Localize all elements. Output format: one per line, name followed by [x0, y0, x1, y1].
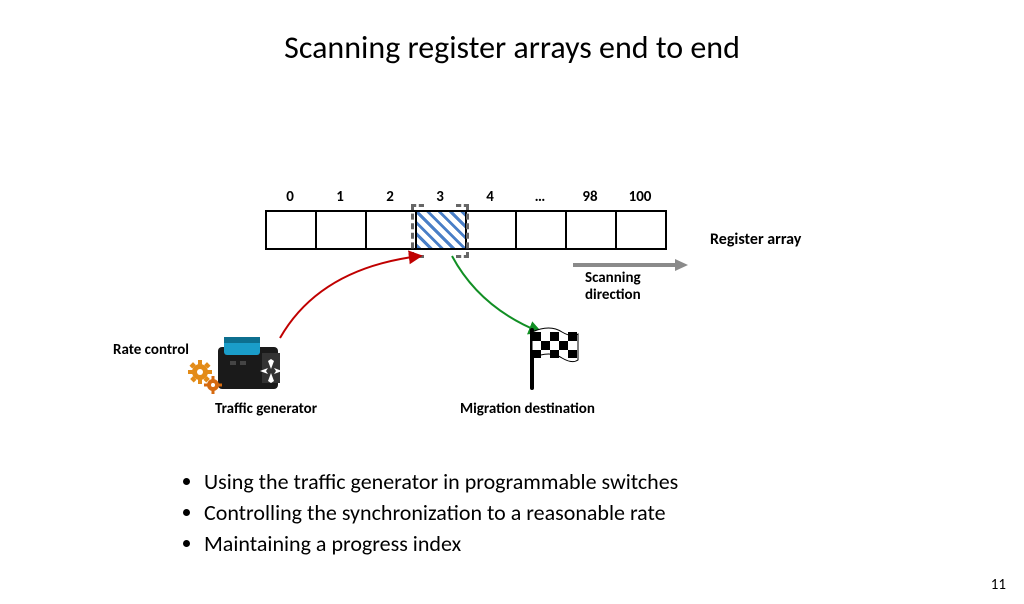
rate-control-label: Rate control — [113, 341, 189, 359]
slide-title: Scanning register arrays end to end — [0, 28, 1024, 67]
bullet-item: Using the traffic generator in programma… — [204, 468, 678, 495]
bullet-list: Using the traffic generator in programma… — [180, 468, 678, 561]
bullet-item: Controlling the synchronization to a rea… — [204, 499, 678, 526]
checkered-flag-icon — [522, 326, 582, 392]
flow-arrows — [0, 188, 1024, 428]
traffic-generator-label: Traffic generator — [215, 400, 317, 418]
diagram-area: 0 1 2 3 4 … 98 100 Register array Scanni… — [0, 188, 1024, 428]
gears-icon — [188, 360, 224, 396]
page-number: 11 — [991, 576, 1006, 594]
migration-destination-label: Migration destination — [460, 400, 595, 418]
bullet-item: Maintaining a progress index — [204, 530, 678, 557]
